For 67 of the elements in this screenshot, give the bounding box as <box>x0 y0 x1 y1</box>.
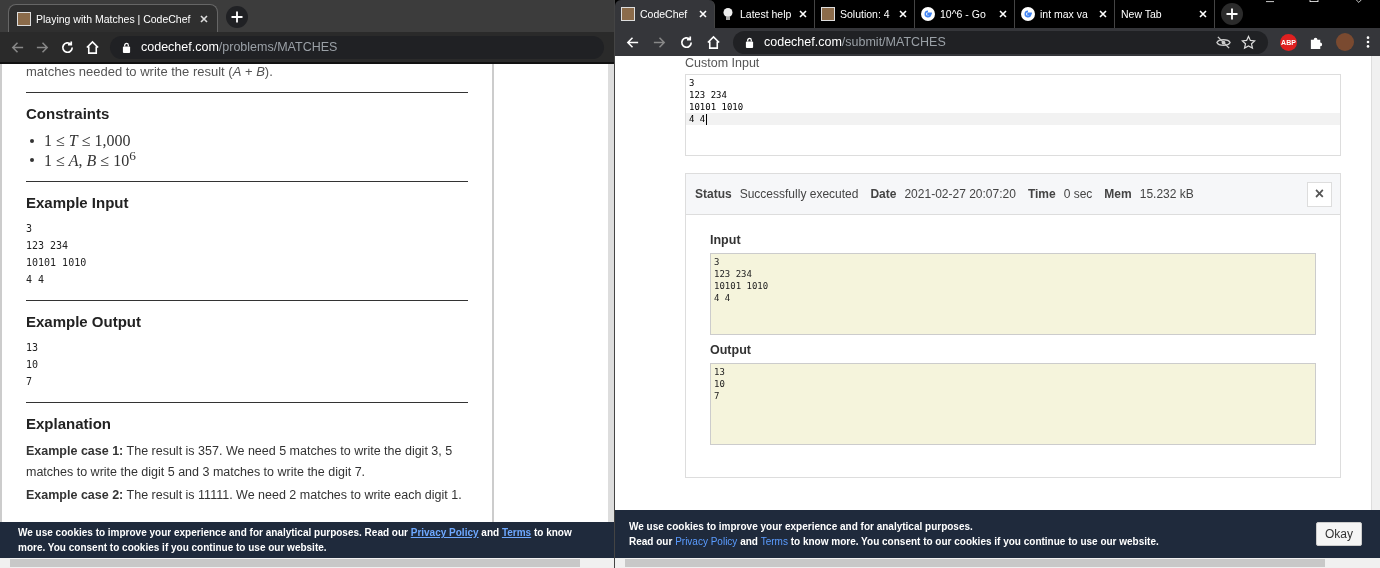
input-line: 123 234 <box>689 89 727 101</box>
status-label: Status <box>695 187 732 201</box>
close-button[interactable]: × <box>1307 181 1332 207</box>
section-heading: Explanation <box>26 415 112 432</box>
cookie-text: Read our Privacy Policy and Terms to know more. You consent to our cookies if you continue to use our website. <box>629 535 1160 549</box>
okay-button[interactable]: Okay <box>1316 522 1362 546</box>
terms-link[interactable]: Terms <box>501 527 532 538</box>
lock-icon <box>122 41 131 53</box>
more-icon[interactable] <box>1366 35 1370 49</box>
home-icon[interactable] <box>706 34 721 50</box>
reload-icon[interactable] <box>60 39 75 55</box>
cookie-text: We use cookies to improve your experience and for analytical purposes. Read our Privacy Policy and Terms to know more. You consent to cookies if you continue to use our website. <box>18 526 573 555</box>
status-value: Successfully executed <box>739 187 859 201</box>
example-code: 13 10 7 <box>26 341 40 389</box>
problem-text: matches needed to write the result (A + B). <box>26 64 274 80</box>
new-tab-icon[interactable] <box>1221 3 1243 25</box>
section-heading: Example Input <box>26 194 130 211</box>
status-label: Date <box>870 187 897 201</box>
google-g-icon <box>921 7 935 21</box>
star-icon[interactable] <box>1241 34 1256 50</box>
scrollbar[interactable] <box>0 558 614 568</box>
status-value: 15.232 kB <box>1139 187 1194 201</box>
explanation-text: Example case 2: The result is 11111. We need 2 matches to write each digit 1. <box>26 487 463 504</box>
home-icon[interactable] <box>85 39 100 55</box>
input-line: 3 <box>689 77 695 89</box>
input-line: 10101 1010 <box>689 101 744 113</box>
constraint-text: 1 ≤ A, B ≤ 10$^{6}$ <box>44 148 136 171</box>
browser-tab[interactable]: Playing with Matches | CodeChef <box>8 4 218 32</box>
logo-icon <box>621 7 635 21</box>
input-line: 4 4 <box>689 113 706 125</box>
scrollbar[interactable] <box>1371 56 1380 510</box>
new-tab-icon[interactable] <box>226 6 248 28</box>
privacy-policy-link[interactable]: Privacy Policy <box>410 527 479 538</box>
section-heading: Constraints <box>26 105 111 122</box>
status-label: Time <box>1027 187 1056 201</box>
bullet-icon <box>30 157 34 162</box>
reload-icon[interactable] <box>679 34 694 50</box>
status-label: Mem <box>1104 187 1132 201</box>
close-icon[interactable] <box>199 13 209 24</box>
bullet-icon <box>30 138 34 143</box>
eye-slash-icon[interactable] <box>1216 34 1231 50</box>
lightbulb-icon <box>721 7 735 21</box>
custom-input-field[interactable]: 3 123 234 10101 1010 4 4 <box>685 74 1341 156</box>
example-code: 3 123 234 10101 1010 4 4 <box>26 222 88 287</box>
output-box: 13 10 7 <box>710 363 1316 445</box>
lock-icon <box>745 36 754 48</box>
address-bar[interactable]: codechef.com/problems/MATCHES <box>110 35 604 59</box>
scrollbar[interactable] <box>608 64 614 522</box>
logo-icon <box>821 7 835 21</box>
address-bar[interactable]: codechef.com/submit/MATCHES <box>733 30 1268 54</box>
field-label: Custom Input <box>685 56 761 70</box>
terms-link[interactable]: Terms <box>760 536 788 547</box>
privacy-policy-link[interactable]: Privacy Policy <box>675 536 738 547</box>
section-label: Output <box>710 343 752 357</box>
status-value: 2021-02-27 20:07:20 <box>904 187 1016 201</box>
status-value: 0 sec <box>1063 187 1093 201</box>
text-cursor <box>706 113 708 125</box>
cookie-text: We use cookies to improve your experience and for analytical purposes. <box>629 520 974 534</box>
explanation-text: Example case 1: The result is 357. We need 5 matches to write the digit 3, 5 matches to write the digit 5 and 3 matches to write the digit 7. <box>26 443 454 481</box>
scrollbar[interactable] <box>615 558 1380 568</box>
browser-tab[interactable]: CodeChef <box>615 0 715 28</box>
input-box: 3 123 234 10101 1010 4 4 <box>710 253 1316 335</box>
constraint-text: 1 ≤ T ≤ 1,000 <box>44 131 131 150</box>
section-heading: Example Output <box>26 313 142 330</box>
google-g-icon <box>1021 7 1035 21</box>
section-label: Input <box>710 233 742 247</box>
logo-icon <box>17 11 31 26</box>
